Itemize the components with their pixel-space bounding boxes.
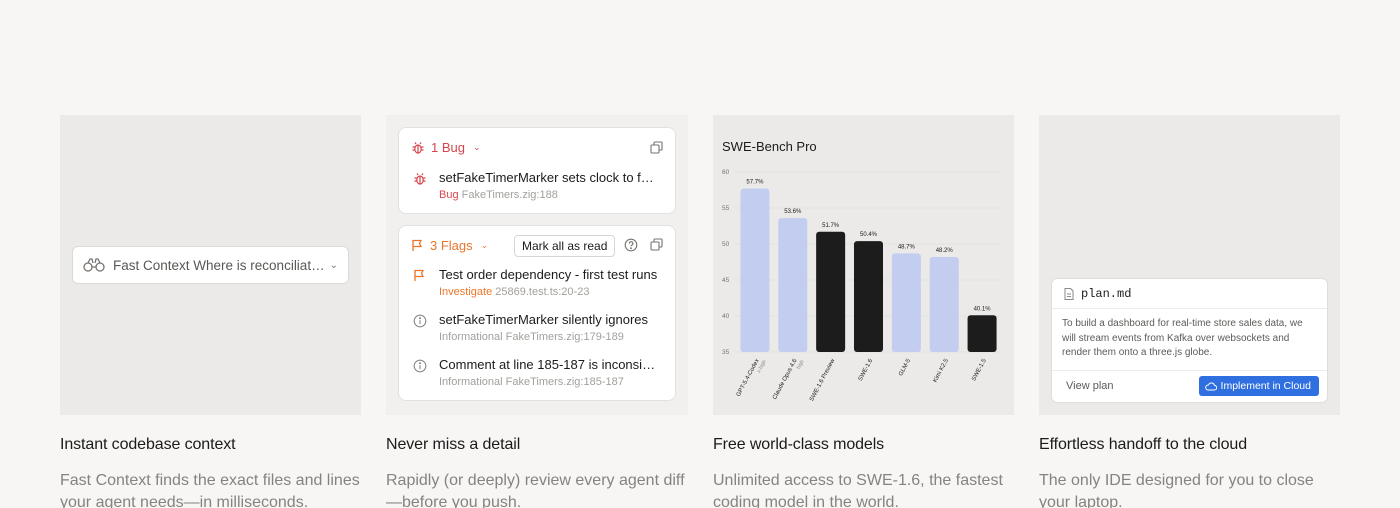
y-tick-label: 55 bbox=[722, 205, 730, 212]
bar bbox=[740, 188, 770, 352]
flag-item[interactable]: setFakeTimerMarker silently ignores Info… bbox=[413, 312, 661, 343]
mark-all-read-button[interactable]: Mark all as read bbox=[514, 235, 616, 257]
help-icon[interactable] bbox=[624, 238, 638, 257]
copy-icon[interactable] bbox=[650, 141, 663, 159]
fast-context-panel: Fast Context Where is reconciliation ⌄ bbox=[60, 115, 361, 415]
feature-description: Rapidly (or deeply) review every agent d… bbox=[386, 472, 685, 508]
feature-description: Fast Context finds the exact files and l… bbox=[60, 472, 360, 508]
implement-in-cloud-button[interactable]: Implement in Cloud bbox=[1198, 376, 1319, 396]
y-tick-label: 45 bbox=[722, 277, 730, 284]
flag-item[interactable]: Comment at line 185-187 is inconsistent … bbox=[413, 357, 661, 388]
bar bbox=[967, 315, 997, 352]
file-icon bbox=[1064, 287, 1074, 300]
x-tick-label: Claude Opus 4.6 bbox=[772, 358, 799, 401]
bug-card: 1 Bug ⌄ setFakeTimerMarker sets clock to… bbox=[398, 127, 676, 214]
data-label: 48.2% bbox=[936, 248, 954, 254]
feature-caption: Effortless handoff to the cloud The only… bbox=[1039, 436, 1349, 508]
flag-icon bbox=[413, 269, 429, 298]
binoculars-icon bbox=[83, 258, 105, 272]
feature-caption: Free world-class models Unlimited access… bbox=[713, 436, 1023, 508]
plan-body: To build a dashboard for real-time store… bbox=[1062, 318, 1303, 358]
x-tick-label: SWE-1.6 Preview bbox=[809, 358, 837, 403]
bar bbox=[778, 218, 808, 352]
bar bbox=[816, 231, 846, 352]
flag-title: Comment at line 185-187 is inconsistent bbox=[439, 357, 661, 372]
copy-icon[interactable] bbox=[650, 238, 663, 256]
flags-count: 3 Flags bbox=[430, 238, 473, 253]
plan-card: plan.md To build a dashboard for real-ti… bbox=[1051, 278, 1328, 403]
review-panel: 1 Bug ⌄ setFakeTimerMarker sets clock to… bbox=[386, 115, 688, 415]
bug-location: FakeTimers.zig:188 bbox=[461, 189, 558, 201]
flags-header[interactable]: 3 Flags ⌄ bbox=[411, 238, 488, 253]
bar-chart: 35404550556057.7%GPT-5.4-Codexx-high53.6… bbox=[722, 169, 1000, 403]
bar bbox=[929, 256, 959, 352]
cloud-handoff-panel: plan.md To build a dashboard for real-ti… bbox=[1039, 115, 1340, 415]
feature-description: Unlimited access to SWE-1.6, the fastest… bbox=[713, 472, 1003, 508]
bug-title: setFakeTimerMarker sets clock to fake ti… bbox=[439, 170, 661, 185]
chevron-down-icon[interactable]: ⌄ bbox=[481, 240, 489, 251]
feature-caption: Instant codebase context Fast Context fi… bbox=[60, 436, 370, 508]
flag-tag: Informational bbox=[439, 331, 503, 343]
feature-title: Instant codebase context bbox=[60, 436, 236, 453]
x-tick-label: GPT-5.4-Codex bbox=[736, 358, 761, 398]
feature-description: The only IDE designed for you to close y… bbox=[1039, 472, 1314, 508]
flag-location: 25869.test.ts:20-23 bbox=[495, 286, 590, 298]
y-tick-label: 35 bbox=[722, 349, 730, 356]
fast-context-input[interactable]: Fast Context Where is reconciliation ⌄ bbox=[72, 246, 349, 284]
y-tick-label: 40 bbox=[722, 313, 730, 320]
feature-title: Effortless handoff to the cloud bbox=[1039, 436, 1248, 453]
bar bbox=[891, 253, 921, 352]
flag-item[interactable]: Test order dependency - first test runs … bbox=[413, 267, 661, 298]
implement-label: Implement in Cloud bbox=[1220, 380, 1311, 392]
data-label: 57.7% bbox=[746, 180, 764, 186]
plan-header: plan.md bbox=[1052, 279, 1327, 309]
chevron-down-icon[interactable]: ⌄ bbox=[330, 260, 338, 271]
bug-count: 1 Bug bbox=[431, 140, 465, 155]
data-label: 40.1% bbox=[974, 306, 992, 312]
plan-footer: View plan Implement in Cloud bbox=[1052, 370, 1327, 402]
feature-title: Never miss a detail bbox=[386, 436, 521, 453]
y-tick-label: 50 bbox=[722, 241, 730, 248]
bug-icon bbox=[413, 172, 429, 201]
flags-card: 3 Flags ⌄ Mark all as read Test order de… bbox=[398, 225, 676, 401]
info-icon bbox=[413, 359, 429, 388]
view-plan-link[interactable]: View plan bbox=[1066, 380, 1114, 392]
bar bbox=[854, 241, 883, 352]
flag-title: setFakeTimerMarker silently ignores bbox=[439, 312, 649, 327]
x-tick-label: SWE-1.6 bbox=[858, 358, 875, 383]
flag-icon bbox=[411, 239, 424, 252]
bug-item[interactable]: setFakeTimerMarker sets clock to fake ti… bbox=[413, 170, 661, 201]
fast-context-text: Fast Context Where is reconciliation bbox=[113, 257, 326, 273]
plan-filename: plan.md bbox=[1081, 286, 1132, 301]
flag-tag: Informational bbox=[439, 376, 503, 388]
bug-header[interactable]: 1 Bug ⌄ bbox=[411, 140, 481, 155]
feature-title: Free world-class models bbox=[713, 436, 885, 453]
bug-tag: Bug bbox=[439, 189, 459, 201]
data-label: 51.7% bbox=[822, 223, 840, 229]
y-tick-label: 60 bbox=[722, 169, 730, 176]
cloud-icon bbox=[1204, 381, 1217, 390]
info-icon bbox=[413, 314, 429, 343]
x-tick-label: Kimi K2.5 bbox=[933, 358, 951, 384]
feature-caption: Never miss a detail Rapidly (or deeply) … bbox=[386, 436, 696, 508]
data-label: 50.4% bbox=[860, 232, 878, 238]
data-label: 53.6% bbox=[784, 209, 802, 215]
swe-bench-chart-panel: SWE-Bench Pro 35 40 45 50 55 60 57.7% GPT-5.4-C… bbox=[713, 115, 1014, 415]
flag-title: Test order dependency - first test runs bbox=[439, 267, 658, 282]
flag-location: FakeTimers.zig:185-187 bbox=[505, 376, 624, 388]
data-label: 48.7% bbox=[898, 244, 916, 250]
x-tick-label: GLM-5 bbox=[898, 358, 912, 378]
bug-icon bbox=[411, 141, 425, 155]
chevron-down-icon[interactable]: ⌄ bbox=[473, 142, 481, 153]
flag-location: FakeTimers.zig:179-189 bbox=[505, 331, 624, 343]
x-tick-label: SWE-1.5 bbox=[971, 358, 988, 383]
flag-tag: Investigate bbox=[439, 286, 493, 298]
